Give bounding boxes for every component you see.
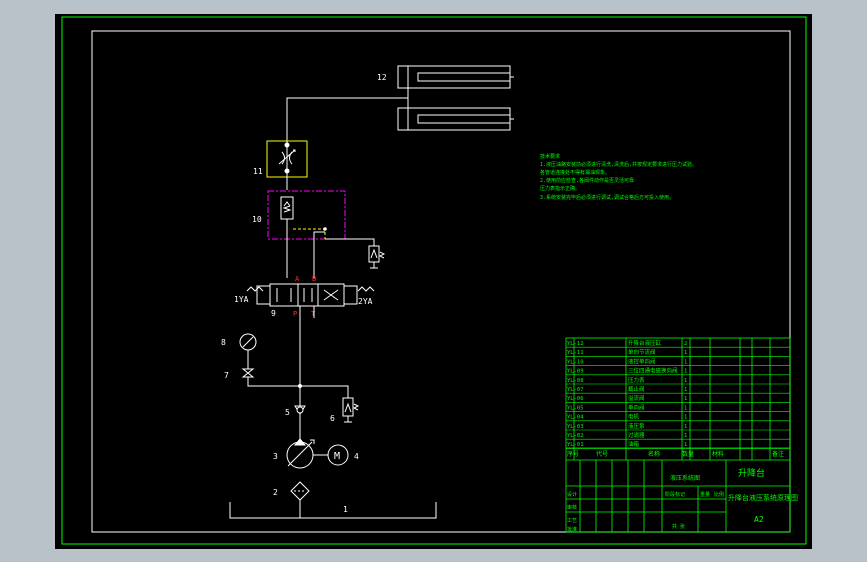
label-5: 5	[285, 408, 290, 417]
label-11: 11	[253, 167, 263, 176]
bom-qty: 1	[684, 433, 687, 439]
bom-qty: 1	[684, 396, 687, 402]
notes-line-3: 2.使用前应检查,各阀件动作是否灵活可靠	[540, 177, 634, 184]
scale-label: 比例	[714, 491, 724, 498]
bom-name: 电机	[628, 413, 640, 421]
approve-label: 批准	[567, 526, 577, 533]
weight-label: 重量	[700, 491, 710, 498]
checker-label: 审核	[567, 504, 577, 511]
notes-title: 技术要求	[540, 153, 560, 160]
notes-line-4: 压力表指示正确。	[540, 185, 580, 192]
sheet-label: 共 张	[672, 523, 685, 530]
label-4: 4	[354, 452, 359, 461]
bom-qty: 1	[684, 424, 687, 430]
port-b-label: B	[312, 275, 316, 283]
bom-name: 截止阀	[628, 385, 645, 393]
label-12: 12	[377, 73, 387, 82]
solenoid-2ya-label: 2YA	[358, 297, 373, 306]
bom-qty: 1	[684, 369, 687, 375]
bom-name: 单向节流阀	[628, 348, 656, 356]
bom-qty: 1	[684, 442, 687, 448]
label-7: 7	[224, 371, 229, 380]
pilot-junction	[323, 227, 327, 231]
system-label: 液压系统图	[670, 474, 700, 482]
header-no: 序号	[567, 450, 579, 458]
label-10: 10	[252, 215, 262, 224]
bom-code: YL-07	[567, 387, 584, 393]
solenoid-1ya-label: 1YA	[234, 295, 249, 304]
bom-name: 单向阀	[628, 403, 645, 411]
bom-code: YL-10	[567, 359, 584, 365]
bom-name: 油箱	[628, 440, 640, 448]
bom-qty: 1	[684, 378, 687, 384]
bom-qty: 1	[684, 415, 687, 421]
motor-label: M	[334, 451, 340, 462]
port-p-label: P	[293, 310, 297, 318]
bom-name: 溢流阀	[628, 394, 645, 402]
bom-code: YL-09	[567, 369, 584, 375]
bom-name: 压力表	[628, 376, 645, 384]
bom-code: YL-08	[567, 378, 584, 384]
model-space[interactable]	[55, 14, 812, 549]
bom-code: YL-12	[567, 341, 584, 347]
designer-label: 设计	[567, 491, 577, 498]
bom-name: 三位四通电磁换向阀	[628, 367, 678, 375]
bom-name: 液控单向阀	[628, 357, 656, 365]
label-8: 8	[221, 338, 226, 347]
bom-code: YL-03	[567, 424, 584, 430]
notes-line-5: 3.系统安装完毕后必须进行调试,调试合格后方可投入使用。	[540, 194, 674, 201]
bom-qty: 1	[684, 359, 687, 365]
bom-name: 升降台液压缸	[628, 339, 662, 347]
label-9: 9	[271, 309, 276, 318]
header-qty: 数量	[682, 450, 694, 458]
label-6: 6	[330, 414, 335, 423]
cad-drawing-viewport: 12 11 10 A B P T 1YA 2YA 9 8 7 6 5 M 3 4…	[0, 0, 867, 562]
header-name: 名称	[648, 450, 660, 458]
drawing-name: 升降台液压系统原理图	[728, 493, 798, 502]
label-1: 1	[343, 505, 348, 514]
notes-line-2: 各管道连接处不得有漏油现象。	[540, 169, 610, 176]
bom-code: YL-06	[567, 396, 584, 402]
process-label: 工艺	[567, 518, 577, 524]
bom-code: YL-04	[567, 415, 584, 421]
bom-code: YL-11	[567, 350, 584, 356]
header-note: 备注	[772, 450, 784, 458]
company-name: 升降台	[738, 467, 765, 479]
stage-label: 阶段标记	[665, 491, 685, 498]
bom-code: YL-02	[567, 433, 584, 439]
bom-code: YL-05	[567, 405, 584, 411]
label-2: 2	[273, 488, 278, 497]
bom-qty: 1	[684, 387, 687, 393]
bom-name: 液压泵	[628, 422, 645, 430]
header-material: 材料	[712, 450, 724, 458]
label-3: 3	[273, 452, 278, 461]
bom-code: YL-01	[567, 442, 584, 448]
bom-qty: 1	[684, 405, 687, 411]
header-code: 代号	[596, 450, 608, 458]
bom-qty: 2	[684, 341, 687, 347]
notes-line-1: 1.液压油路安装前必须进行清洗,清洗后,并按规定要求进行压力试验。	[540, 161, 697, 168]
size-label: A2	[754, 515, 764, 524]
bom-name: 过滤器	[628, 431, 645, 439]
bom-qty: 1	[684, 350, 687, 356]
main-junction	[298, 384, 302, 388]
